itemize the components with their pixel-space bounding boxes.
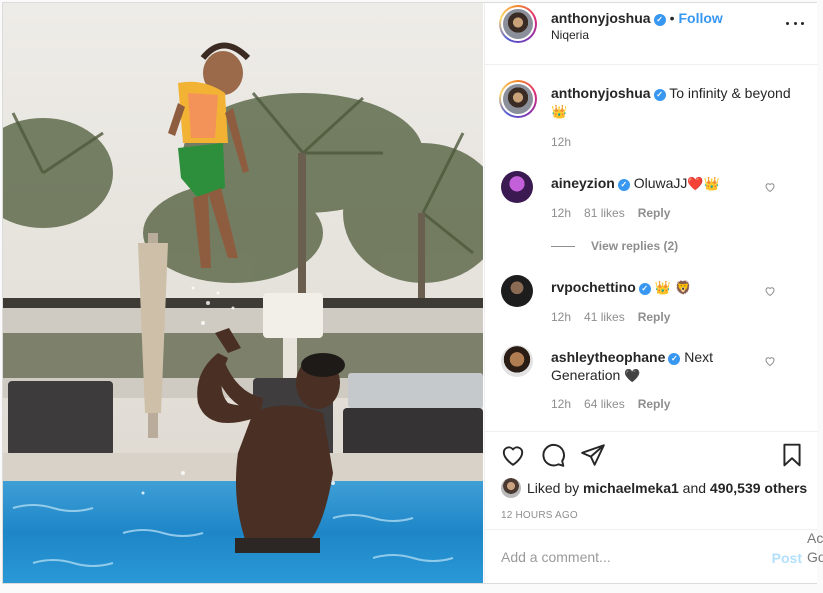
commenter-avatar[interactable] xyxy=(501,275,533,307)
reply-button[interactable]: Reply xyxy=(638,206,671,220)
verified-badge-icon: ✓ xyxy=(653,14,666,26)
comment-icon[interactable] xyxy=(540,442,566,468)
liked-by-others[interactable]: 490,539 others xyxy=(710,480,807,496)
follow-button[interactable]: Follow xyxy=(678,10,722,26)
view-replies-button[interactable]: View replies (2) xyxy=(551,239,678,253)
add-comment-bar: Post xyxy=(485,529,818,583)
comment-likes[interactable]: 41 likes xyxy=(584,310,625,324)
author-avatar[interactable] xyxy=(499,5,537,43)
comment-meta: 12h 41 likes Reply xyxy=(551,310,683,324)
replies-divider-line xyxy=(551,245,575,247)
caption-avatar[interactable] xyxy=(499,80,537,118)
commenter-avatar[interactable] xyxy=(501,171,533,203)
post-side-panel: anthonyjoshua ✓ • Follow Niqeria anthonyjos… xyxy=(484,3,818,583)
caption-username[interactable]: anthonyjoshua xyxy=(551,85,651,101)
pool-photo-illustration xyxy=(3,3,483,583)
comment-text-block: ashleytheophane ✓ Next Generation 🖤 xyxy=(551,348,771,386)
caption-time: 12h xyxy=(551,135,572,149)
heart-icon[interactable] xyxy=(500,442,526,468)
comment-time: 12h xyxy=(551,397,572,411)
comment-heart-icon[interactable] xyxy=(764,181,776,193)
more-options-icon[interactable] xyxy=(786,17,804,29)
verified-badge-icon: ✓ xyxy=(668,353,681,365)
comment-username[interactable]: ashleytheophane xyxy=(551,349,665,365)
comment-input[interactable] xyxy=(501,546,761,568)
liked-by-prefix: Liked by xyxy=(527,480,580,496)
view-replies-label: View replies (2) xyxy=(591,239,679,253)
comments-list[interactable]: anthonyjoshua ✓ To infinity & beyond 👑 12… xyxy=(485,65,818,431)
post-header: anthonyjoshua ✓ • Follow Niqeria xyxy=(485,3,818,65)
author-line: anthonyjoshua ✓ • Follow xyxy=(551,10,723,26)
author-username[interactable]: anthonyjoshua xyxy=(551,10,651,26)
reply-button[interactable]: Reply xyxy=(638,310,671,324)
post-comment-button[interactable]: Post xyxy=(772,550,802,566)
crown-emoji: 👑 xyxy=(551,105,568,120)
post-actions: Liked by michaelmeka1 and 490,539 others… xyxy=(485,431,818,541)
commenter-avatar[interactable] xyxy=(501,345,533,377)
caption-text-block: anthonyjoshua ✓ To infinity & beyond 👑 xyxy=(551,84,801,122)
comment-text-block: aineyzion ✓ OluwaJJ❤️👑 xyxy=(551,174,771,194)
bookmark-icon[interactable] xyxy=(779,442,805,468)
comment-emoji: ❤️👑 xyxy=(687,177,720,192)
post-location[interactable]: Niqeria xyxy=(551,28,589,42)
comment-emoji: 🖤 xyxy=(624,369,641,384)
post-dialog: anthonyjoshua ✓ • Follow Niqeria anthonyjos… xyxy=(2,2,818,584)
caption-text: To infinity & beyond xyxy=(669,85,791,101)
reply-button[interactable]: Reply xyxy=(638,397,671,411)
comment-heart-icon[interactable] xyxy=(764,285,776,297)
comment-likes[interactable]: 81 likes xyxy=(584,206,625,220)
comment-meta: 12h 64 likes Reply xyxy=(551,397,683,411)
comment-username[interactable]: rvpochettino xyxy=(551,279,636,295)
comment-meta: 12h 81 likes Reply xyxy=(551,206,683,220)
edge-text-top: Ac xyxy=(807,530,823,546)
liker-username[interactable]: michaelmeka1 xyxy=(583,480,679,496)
verified-badge-icon: ✓ xyxy=(653,89,666,101)
post-timestamp[interactable]: 12 HOURS AGO xyxy=(501,510,578,521)
liked-by-row: Liked by michaelmeka1 and 490,539 others xyxy=(501,478,807,498)
comment-text-block: rvpochettino ✓ 👑 🦁 xyxy=(551,278,771,298)
comment-heart-icon[interactable] xyxy=(764,355,776,367)
comment-emoji: 👑 🦁 xyxy=(654,281,692,296)
liker-avatar[interactable] xyxy=(501,478,521,498)
comment-likes[interactable]: 64 likes xyxy=(584,397,625,411)
verified-badge-icon: ✓ xyxy=(617,179,630,191)
edge-text-bottom: Go xyxy=(807,549,823,565)
post-photo[interactable] xyxy=(3,3,483,583)
liked-by-and: and xyxy=(682,480,707,496)
verified-badge-icon: ✓ xyxy=(638,283,651,295)
comment-username[interactable]: aineyzion xyxy=(551,175,615,191)
paper-plane-icon[interactable] xyxy=(580,442,606,468)
separator-dot: • xyxy=(669,10,675,26)
comment-time: 12h xyxy=(551,206,572,220)
comment-text: OluwaJJ xyxy=(633,175,688,191)
comment-time: 12h xyxy=(551,310,572,324)
